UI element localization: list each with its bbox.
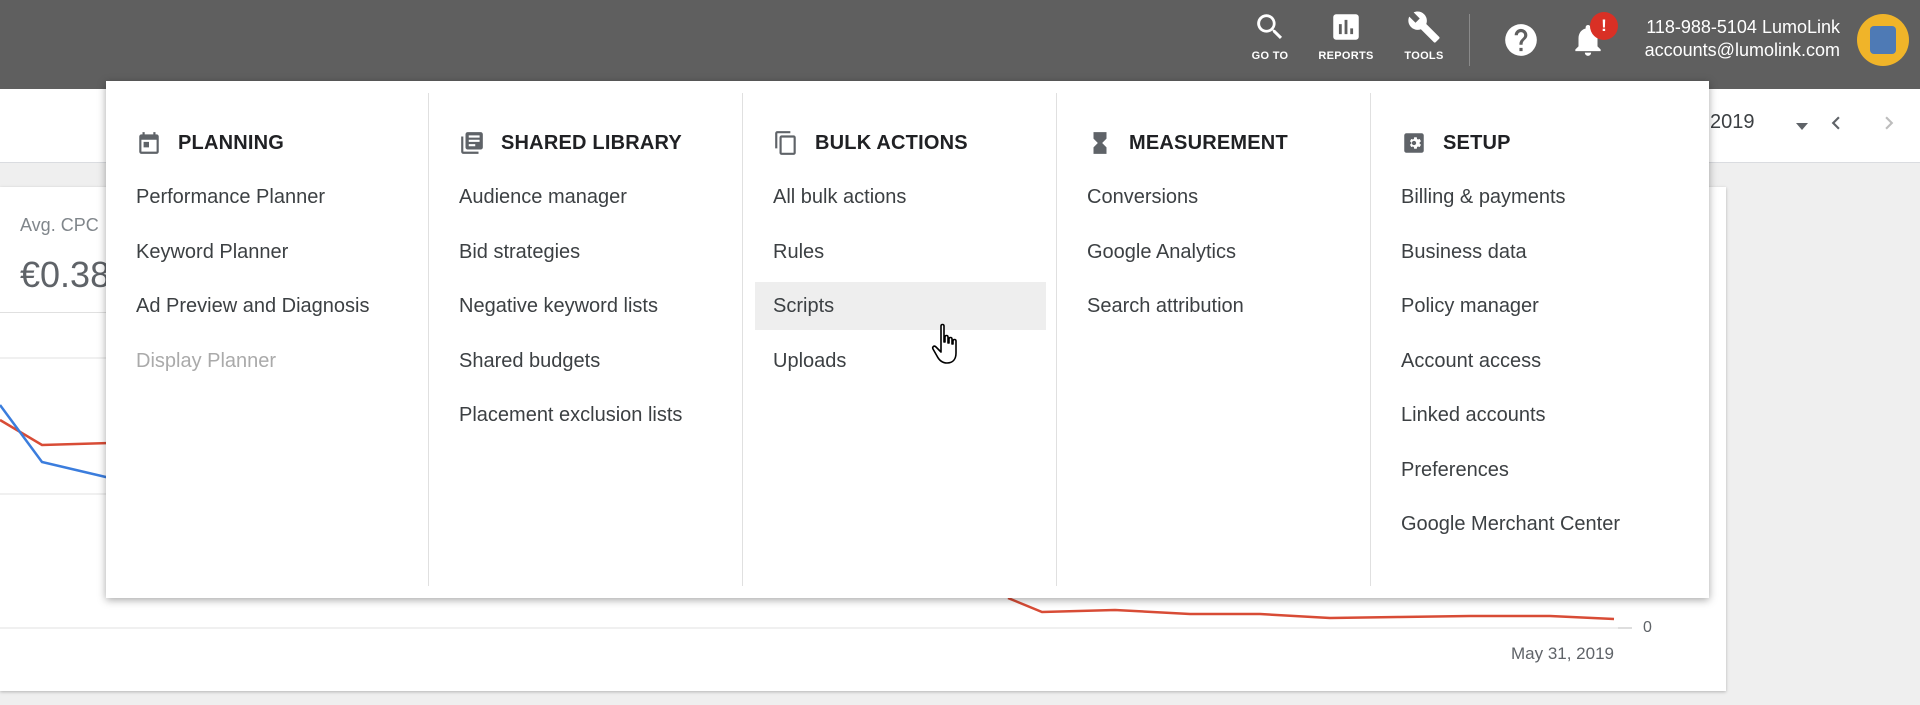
chevron-left-icon[interactable]	[1823, 110, 1849, 136]
card-divider	[0, 312, 110, 313]
date-range-text[interactable]: 2019	[1710, 111, 1755, 134]
menu-column-bulk-actions: BULK ACTIONS All bulk actions Rules Scri…	[742, 93, 1056, 586]
menu-column-measurement: MEASUREMENT Conversions Google Analytics…	[1056, 93, 1370, 586]
menu-item-linked-accounts[interactable]: Linked accounts	[1371, 391, 1709, 439]
column-header: BULK ACTIONS	[773, 129, 968, 157]
menu-item-policy-manager[interactable]: Policy manager	[1371, 282, 1709, 330]
menu-item-conversions[interactable]: Conversions	[1057, 173, 1370, 221]
column-header: SETUP	[1401, 129, 1511, 157]
menu-item-search-attribution[interactable]: Search attribution	[1057, 282, 1370, 330]
column-title: SETUP	[1443, 131, 1511, 154]
menu-column-planning: PLANNING Performance Planner Keyword Pla…	[106, 93, 428, 586]
menu-item-preferences[interactable]: Preferences	[1371, 446, 1709, 494]
settings-icon	[1404, 133, 1424, 153]
chevron-right-icon[interactable]	[1876, 110, 1902, 136]
menu-item-billing-payments[interactable]: Billing & payments	[1371, 173, 1709, 221]
dropdown-caret-icon[interactable]	[1790, 114, 1814, 138]
reports-label: REPORTS	[1318, 50, 1374, 62]
column-title: PLANNING	[178, 131, 285, 154]
reports-button[interactable]: REPORTS	[1311, 10, 1381, 72]
tools-label: TOOLS	[1404, 50, 1444, 62]
menu-item-bid-strategies[interactable]: Bid strategies	[429, 228, 742, 276]
metric-label: Avg. CPC	[20, 215, 99, 235]
axis-zero-label: 0	[1643, 619, 1652, 636]
menu-item-audience-manager[interactable]: Audience manager	[429, 173, 742, 221]
menu-item-rules[interactable]: Rules	[743, 228, 1056, 276]
wrench-icon	[1408, 11, 1440, 43]
menu-item-scripts[interactable]: Scripts	[755, 282, 1046, 330]
column-header: MEASUREMENT	[1087, 129, 1288, 157]
column-title: BULK ACTIONS	[815, 131, 968, 154]
hourglass-icon	[1093, 132, 1107, 154]
tools-button[interactable]: TOOLS	[1389, 10, 1459, 72]
help-icon[interactable]	[1502, 21, 1540, 59]
menu-item-negative-keyword-lists[interactable]: Negative keyword lists	[429, 282, 742, 330]
column-title: SHARED LIBRARY	[501, 131, 682, 154]
go-to-label: GO TO	[1251, 50, 1289, 62]
menu-item-performance-planner[interactable]: Performance Planner	[106, 173, 428, 221]
account-id-name: 118-988-5104 LumoLink	[1646, 17, 1840, 37]
menu-item-business-data[interactable]: Business data	[1371, 228, 1709, 276]
top-bar: GO TO REPORTS TOOLS ! 118-988-5104 LumoL…	[0, 0, 1920, 89]
menu-column-shared-library: SHARED LIBRARY Audience manager Bid stra…	[428, 93, 742, 586]
menu-item-account-access[interactable]: Account access	[1371, 337, 1709, 385]
column-header: SHARED LIBRARY	[459, 129, 682, 157]
metric-value: €0.38	[20, 254, 111, 295]
library-icon	[461, 132, 483, 154]
menu-column-setup: SETUP Billing & payments Business data P…	[1370, 93, 1709, 586]
column-header: PLANNING	[136, 129, 284, 157]
notification-badge: !	[1590, 12, 1618, 40]
go-to-button[interactable]: GO TO	[1235, 10, 1305, 72]
search-icon	[1257, 14, 1283, 40]
menu-item-ad-preview[interactable]: Ad Preview and Diagnosis	[106, 282, 428, 330]
menu-item-google-analytics[interactable]: Google Analytics	[1057, 228, 1370, 276]
calendar-icon	[139, 132, 159, 154]
menu-item-shared-budgets[interactable]: Shared budgets	[429, 337, 742, 385]
menu-item-display-planner: Display Planner	[136, 349, 277, 372]
avatar[interactable]	[1857, 14, 1909, 66]
menu-item-placement-exclusion-lists[interactable]: Placement exclusion lists	[429, 391, 742, 439]
topbar-divider	[1469, 14, 1470, 66]
axis-date-label: May 31, 2019	[1510, 644, 1614, 663]
column-title: MEASUREMENT	[1129, 131, 1288, 154]
bar-chart-icon	[1333, 14, 1359, 40]
account-info[interactable]: 118-988-5104 LumoLink accounts@lumolink.…	[1620, 16, 1840, 62]
menu-item-google-merchant-center[interactable]: Google Merchant Center	[1371, 500, 1709, 548]
account-email: accounts@lumolink.com	[1644, 40, 1840, 60]
avatar-glyph	[1870, 26, 1896, 54]
copy-icon	[775, 131, 796, 155]
menu-item-uploads[interactable]: Uploads	[743, 337, 1056, 385]
menu-item-keyword-planner[interactable]: Keyword Planner	[106, 228, 428, 276]
tools-menu: PLANNING Performance Planner Keyword Pla…	[106, 81, 1709, 598]
menu-item-all-bulk-actions[interactable]: All bulk actions	[743, 173, 1056, 221]
